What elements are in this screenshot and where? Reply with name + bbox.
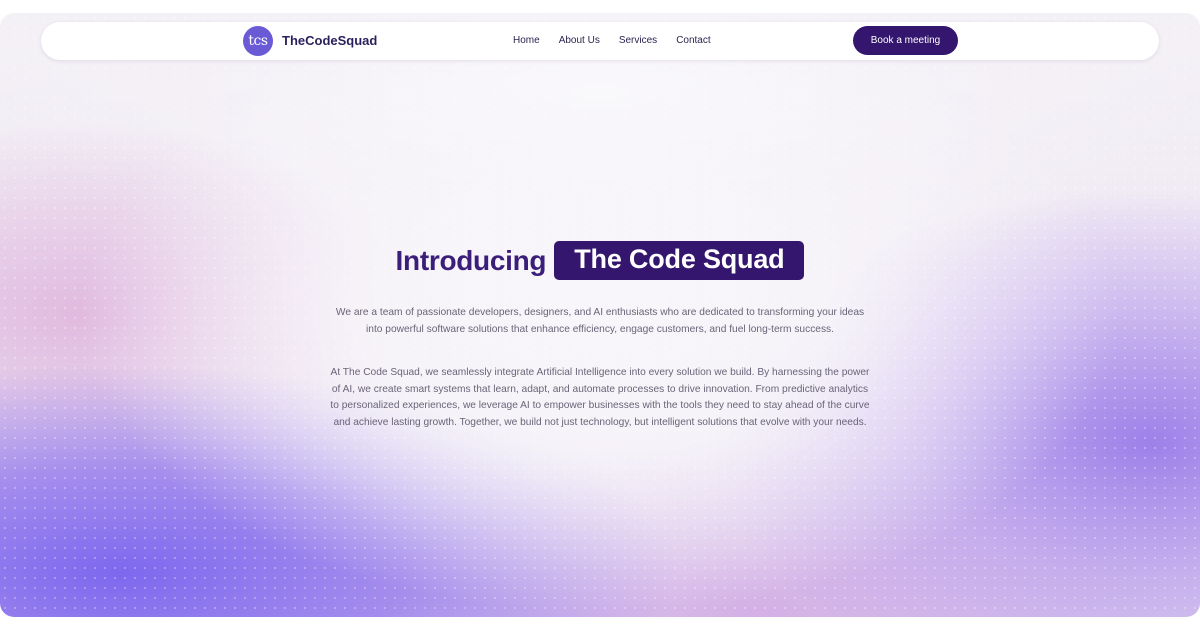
nav-link-about-us[interactable]: About Us bbox=[559, 35, 600, 46]
detail-paragraph: At The Code Squad, we seamlessly integra… bbox=[330, 367, 870, 428]
nav-link-services[interactable]: Services bbox=[619, 35, 657, 46]
book-meeting-button[interactable]: Book a meeting bbox=[853, 26, 958, 55]
page-frame: tcs TheCodeSquad Home About Us Services … bbox=[0, 13, 1200, 617]
intro-paragraph: We are a team of passionate developers, … bbox=[335, 307, 865, 335]
nav-links: Home About Us Services Contact bbox=[513, 35, 730, 46]
hero-headline: Introducing The Code Squad bbox=[0, 241, 1200, 280]
headline-highlight: The Code Squad bbox=[554, 241, 805, 280]
nav-link-contact[interactable]: Contact bbox=[676, 35, 710, 46]
nav-link-home[interactable]: Home bbox=[513, 35, 540, 46]
top-navbar: tcs TheCodeSquad Home About Us Services … bbox=[41, 22, 1159, 60]
brand-name[interactable]: TheCodeSquad bbox=[282, 33, 377, 48]
logo-icon[interactable]: tcs bbox=[243, 26, 273, 56]
headline-lead: Introducing bbox=[395, 244, 547, 276]
